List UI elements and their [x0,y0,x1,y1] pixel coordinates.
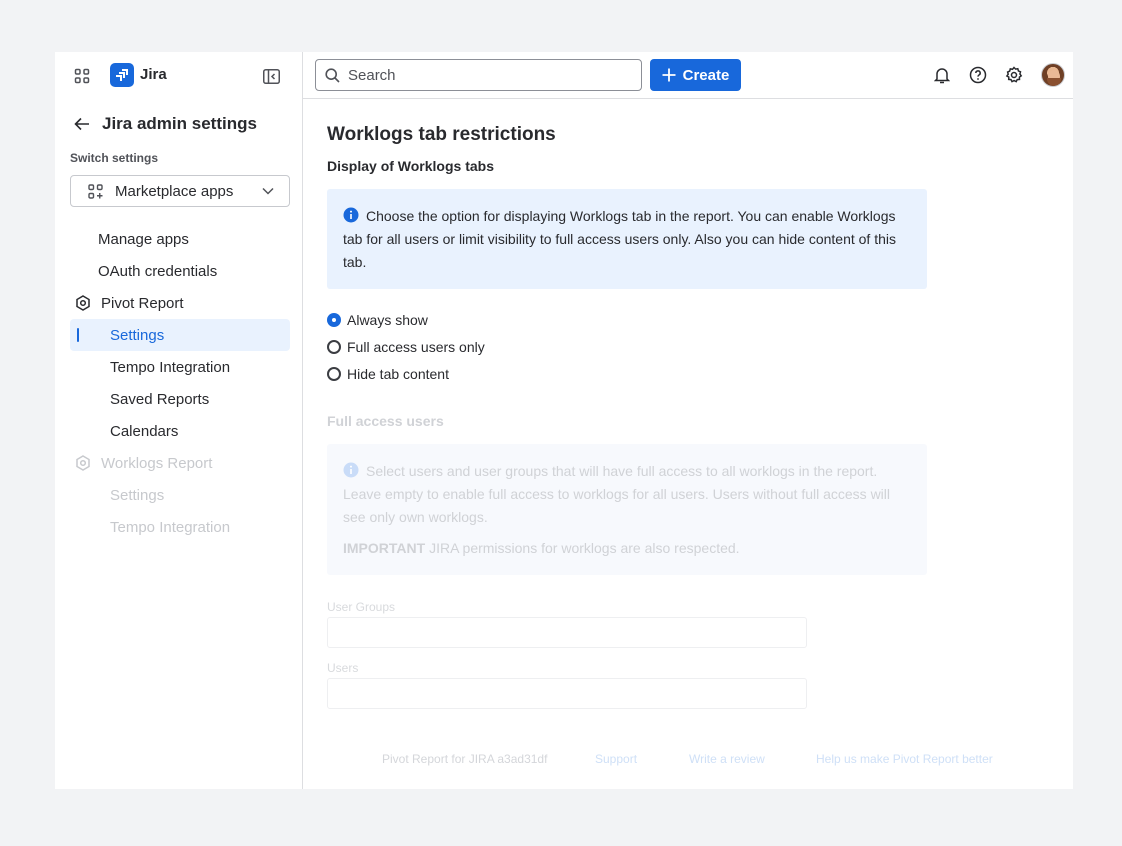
sidebar-item-label: Manage apps [98,230,189,248]
sidebar-item-label: Tempo Integration [110,358,231,376]
footer-review-link[interactable]: Write a review [689,752,765,766]
sidebar-item-label: Calendars [110,422,179,440]
search-input[interactable]: Search [315,59,642,91]
user-groups-label: User Groups [327,600,396,614]
sidebar-item-label: OAuth credentials [98,262,218,280]
radio-always-show[interactable]: Always show [327,310,428,330]
chevron-down-icon [261,184,275,198]
info-panel: Choose the option for displaying Worklog… [327,189,927,289]
users-label: Users [327,661,359,675]
footer-feedback-link[interactable]: Help us make Pivot Report better [816,752,993,766]
avatar-beard [1047,78,1061,86]
page-title: Worklogs tab restrictions [327,124,556,145]
full-access-info-panel: Select users and user groups that will h… [327,444,927,575]
add-apps-icon [86,182,104,200]
arrow-left-icon[interactable] [72,114,92,134]
create-button[interactable]: Create [650,59,741,91]
sidebar-item-worklogs-report: Worklogs Report [74,447,212,479]
sidebar-item-label: Saved Reports [110,390,210,408]
switch-settings-value: Marketplace apps [115,182,234,200]
important-label: IMPORTANT [343,540,426,556]
plus-icon [662,68,676,82]
sidebar-item-tempo-integration[interactable]: Tempo Integration [110,351,230,383]
full-access-info-text: Select users and user groups that will h… [343,463,891,525]
sidebar-item-worklogs-tempo-integration: Tempo Integration [110,511,230,543]
radio-button-checked[interactable] [327,313,341,327]
top-bar: Search Create [303,52,1073,99]
section-title-display: Display of Worklogs tabs [327,158,494,174]
search-placeholder: Search [348,66,396,84]
search-icon [324,67,340,83]
jira-logo-icon[interactable] [110,63,134,87]
app-name[interactable]: Jira [140,66,167,83]
sidebar-item-label: Worklogs Report [101,454,213,472]
sidebar-item-worklogs-settings: Settings [110,479,164,511]
hexagon-gear-icon [74,294,92,312]
info-text: Choose the option for displaying Worklog… [343,208,896,270]
radio-hide-tab-content[interactable]: Hide tab content [327,364,449,384]
create-label: Create [682,66,730,84]
collapse-sidebar-icon[interactable] [261,66,281,86]
radio-label: Full access users only [347,339,485,355]
main-content: Search Create Worklogs tab restrictions … [303,52,1073,789]
radio-button[interactable] [327,340,341,354]
switch-settings-select[interactable]: Marketplace apps [70,175,290,207]
sidebar: Jira Jira admin settings Switch settings… [55,52,303,789]
sidebar-item-label: Settings [110,486,165,504]
radio-label: Hide tab content [347,366,449,382]
settings-icon[interactable] [1004,65,1024,85]
sidebar-item-pivot-report[interactable]: Pivot Report [74,287,184,319]
sidebar-header: Jira [55,52,303,98]
sidebar-item-saved-reports[interactable]: Saved Reports [110,383,209,415]
sidebar-item-label: Settings [110,326,165,344]
switch-settings-label: Switch settings [70,151,159,165]
footer-support-link[interactable]: Support [595,752,637,766]
radio-full-access-only[interactable]: Full access users only [327,337,485,357]
app-window: Jira Jira admin settings Switch settings… [55,52,1073,789]
sidebar-item-calendars[interactable]: Calendars [110,415,178,447]
back-to-admin-settings[interactable]: Jira admin settings [72,112,257,136]
radio-label: Always show [347,312,428,328]
hexagon-gear-icon [74,454,92,472]
radio-button[interactable] [327,367,341,381]
user-groups-input [327,617,807,648]
sidebar-item-settings[interactable]: Settings [110,319,164,351]
sidebar-item-label: Pivot Report [101,294,184,312]
back-title: Jira admin settings [102,114,257,133]
sidebar-active-highlight [70,319,290,351]
full-access-title: Full access users [327,413,444,429]
notifications-icon[interactable] [932,65,952,85]
info-icon [343,462,359,478]
sidebar-item-label: Tempo Integration [110,518,231,536]
avatar[interactable] [1041,63,1065,87]
sidebar-item-oauth-credentials[interactable]: OAuth credentials [98,255,217,287]
users-input [327,678,807,709]
active-indicator [77,328,79,342]
help-icon[interactable] [968,65,988,85]
important-text: JIRA permissions for worklogs are also r… [429,540,740,556]
footer-version: Pivot Report for JIRA a3ad31df [382,752,548,766]
sidebar-item-manage-apps[interactable]: Manage apps [98,223,189,255]
app-switcher-icon[interactable] [72,66,92,86]
info-icon [343,207,359,223]
